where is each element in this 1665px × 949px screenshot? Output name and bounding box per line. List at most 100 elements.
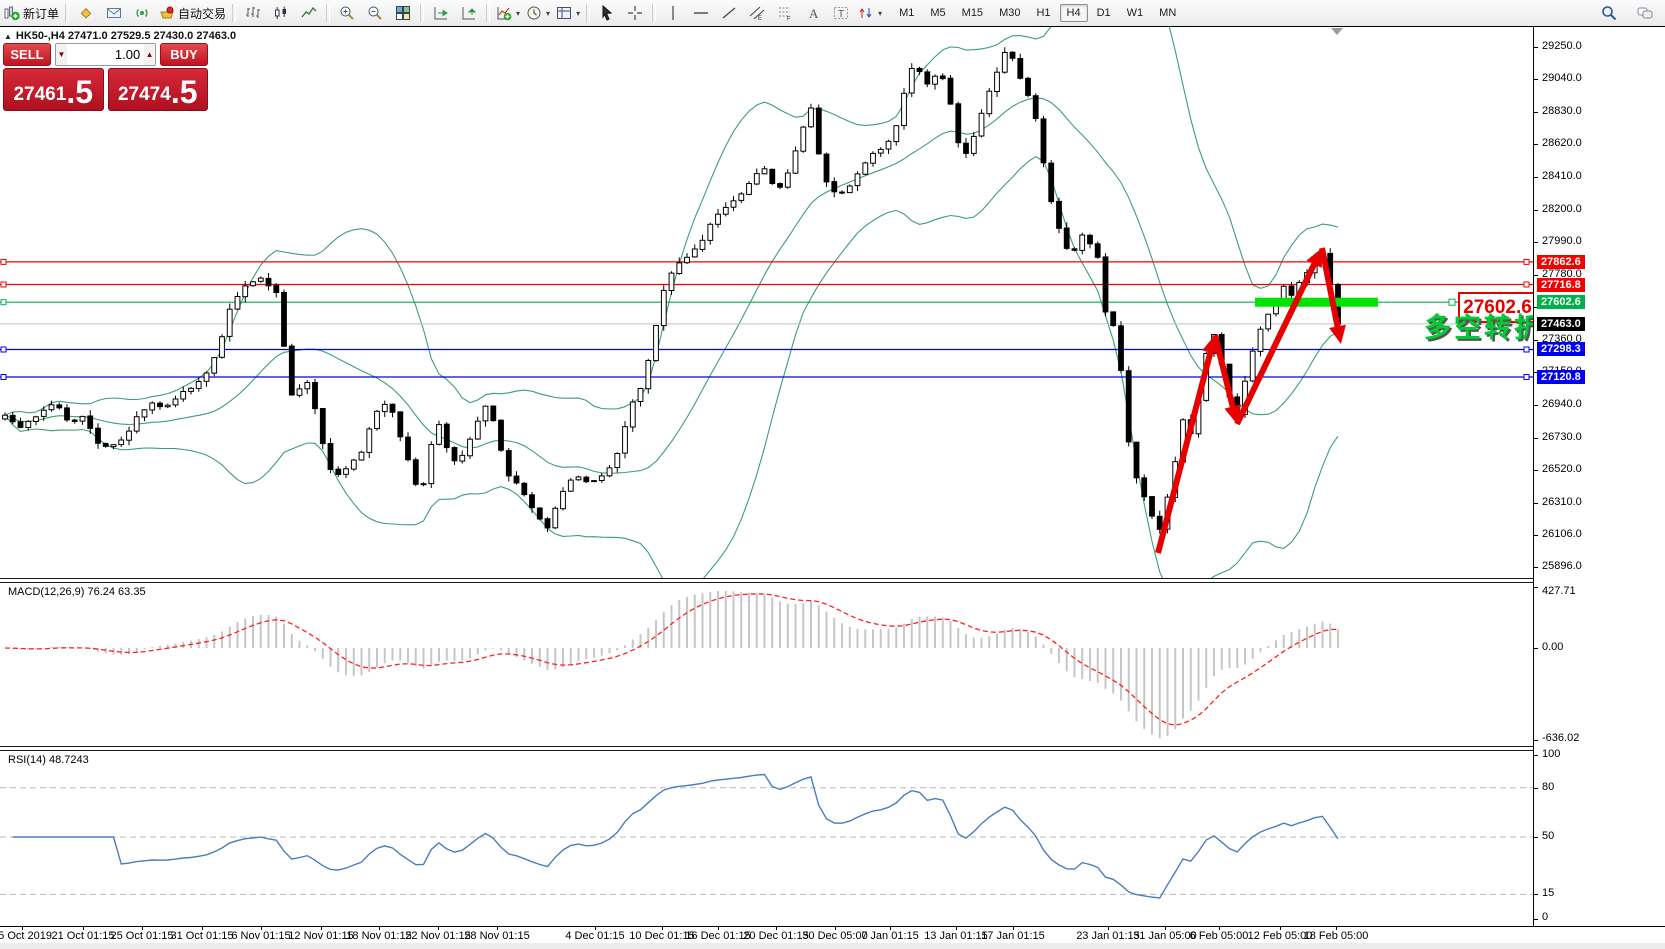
price-tick	[1533, 438, 1538, 439]
profile-button[interactable]	[72, 2, 100, 24]
timeframe-button-m1[interactable]: M1	[892, 4, 921, 22]
volume-decrease-button[interactable]: ▼	[56, 44, 67, 65]
timeframe-button-d1[interactable]: D1	[1090, 4, 1118, 22]
rsi-canvas[interactable]	[0, 751, 1533, 926]
date-label: 6 Feb 05:00	[1190, 930, 1249, 942]
level-handle[interactable]	[1524, 282, 1529, 287]
text-label-tool-button[interactable]: T	[827, 2, 855, 24]
level-handle[interactable]	[1, 375, 6, 380]
chat-button[interactable]	[1631, 2, 1659, 24]
buy-button[interactable]: BUY	[160, 43, 208, 66]
candle	[646, 361, 651, 389]
macd-scale-label: -636.02	[1542, 732, 1579, 744]
candle	[940, 76, 945, 79]
green-highlight-bar[interactable]	[1255, 298, 1378, 307]
fibonacci-tool-button[interactable]: F	[771, 2, 799, 24]
timeframe-button-m30[interactable]: M30	[992, 4, 1027, 22]
auto-trading-button[interactable]: 自动交易	[156, 2, 229, 24]
price-tick-label: 28410.0	[1542, 170, 1582, 182]
date-axis[interactable]: 15 Oct 201921 Oct 01:1525 Oct 01:1531 Oc…	[0, 926, 1665, 943]
price-chart-canvas[interactable]	[0, 27, 1533, 578]
buy-price-display[interactable]: 27474.5	[108, 68, 209, 111]
toolbar-right	[1595, 2, 1659, 24]
price-axis[interactable]: 29250.029040.028830.028620.028410.028200…	[1533, 27, 1665, 926]
auto-scroll-button[interactable]	[427, 2, 455, 24]
candle	[375, 411, 380, 428]
arrows-tool-button[interactable]: ▾	[855, 2, 885, 24]
volume-increase-button[interactable]: ▲	[144, 44, 155, 65]
collapse-trade-panel-icon[interactable]: ▲	[4, 32, 12, 41]
candle	[49, 405, 54, 410]
level-handle[interactable]	[1, 259, 6, 264]
candle	[398, 412, 403, 437]
vertical-line-tool-button[interactable]	[659, 2, 687, 24]
timeframe-button-m15[interactable]: M15	[955, 4, 990, 22]
candle	[1010, 52, 1015, 58]
trendline-tool-button[interactable]	[715, 2, 743, 24]
tile-windows-button[interactable]	[389, 2, 417, 24]
main-price-pane[interactable]: ▲HK50-,H4 27471.0 27529.5 27430.0 27463.…	[0, 27, 1533, 578]
broadcast-icon	[134, 5, 150, 21]
signals-button[interactable]	[128, 2, 156, 24]
macd-pane[interactable]: MACD(12,26,9) 76.24 63.35	[0, 583, 1533, 746]
hline-icon	[693, 5, 709, 21]
candle	[917, 68, 922, 71]
sell-price-display[interactable]: 27461.5	[3, 68, 104, 111]
level-handle[interactable]	[1, 347, 6, 352]
horizontal-line-tool-button[interactable]	[687, 2, 715, 24]
equidistant-channel-tool-button[interactable]: E	[743, 2, 771, 24]
candle	[669, 273, 674, 290]
candle	[127, 431, 132, 440]
chart-shift-marker-icon[interactable]	[1331, 28, 1343, 35]
date-label: 23 Jan 01:15	[1076, 930, 1140, 942]
price-tick	[1533, 503, 1538, 504]
indicators-button[interactable]: ▾	[493, 2, 523, 24]
mailbox-button[interactable]	[100, 2, 128, 24]
search-button[interactable]	[1595, 2, 1623, 24]
templates-button[interactable]: ▾	[553, 2, 583, 24]
timeframe-button-mn[interactable]: MN	[1152, 4, 1183, 22]
date-label: 12 Nov 01:15	[288, 930, 353, 942]
timeframe-button-m5[interactable]: M5	[923, 4, 952, 22]
candle	[382, 404, 387, 411]
price-tick-label: 26940.0	[1542, 398, 1582, 410]
timeframe-button-w1[interactable]: W1	[1120, 4, 1151, 22]
vline-icon	[665, 5, 681, 21]
level-handle[interactable]	[1524, 375, 1529, 380]
timeframe-button-h4[interactable]: H4	[1060, 4, 1088, 22]
level-handle[interactable]	[1524, 259, 1529, 264]
candle	[522, 483, 527, 494]
text-tool-button[interactable]: A	[799, 2, 827, 24]
macd-tick	[1533, 740, 1538, 741]
bar-chart-button[interactable]	[239, 2, 267, 24]
candle	[258, 278, 263, 281]
level-handle[interactable]	[1524, 347, 1529, 352]
candle	[460, 455, 465, 461]
date-label: 18 Nov 01:15	[346, 930, 411, 942]
candlestick-chart-button[interactable]	[267, 2, 295, 24]
level-handle[interactable]	[1, 300, 6, 305]
rsi-tick	[1533, 837, 1538, 838]
cn-annotation-text[interactable]: 多空转折点	[1424, 306, 1533, 345]
cursor-tool-button[interactable]	[593, 2, 621, 24]
zoom-out-button[interactable]	[361, 2, 389, 24]
periods-button[interactable]: ▾	[523, 2, 553, 24]
chart-shift-button[interactable]	[455, 2, 483, 24]
date-label: 13 Jan 01:15	[924, 930, 988, 942]
level-handle[interactable]	[1, 282, 6, 287]
sell-button[interactable]: SELL	[3, 43, 51, 66]
zoom-in-button[interactable]	[333, 2, 361, 24]
zigzag-segment[interactable]	[1158, 349, 1211, 553]
trend-zigzag-arrows[interactable]	[1158, 248, 1346, 553]
macd-canvas[interactable]	[0, 583, 1533, 746]
rsi-pane[interactable]: RSI(14) 48.7243	[0, 751, 1533, 926]
timeframe-button-h1[interactable]: H1	[1029, 4, 1057, 22]
volume-input[interactable]	[67, 44, 144, 65]
line-chart-button[interactable]	[295, 2, 323, 24]
crosshair-tool-button[interactable]	[621, 2, 649, 24]
macd-tick	[1533, 587, 1538, 588]
zigzag-segment[interactable]	[1237, 261, 1316, 424]
candle	[886, 141, 891, 149]
new-order-button[interactable]: 新订单	[1, 2, 62, 24]
green-line-handle[interactable]	[1449, 299, 1455, 305]
